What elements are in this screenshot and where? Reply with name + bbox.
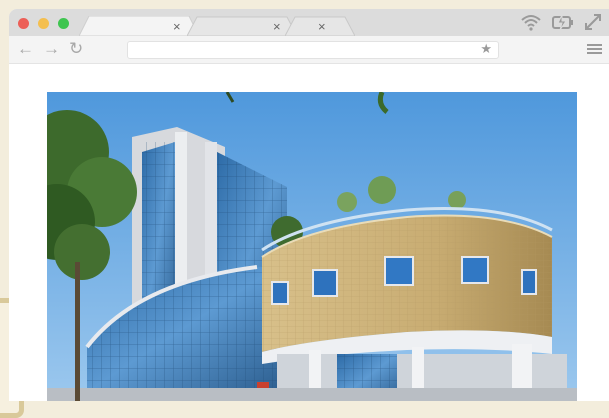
close-window-button[interactable] <box>18 18 29 29</box>
zoom-window-button[interactable] <box>58 18 69 29</box>
hamburger-menu-icon[interactable] <box>587 44 602 55</box>
star-icon[interactable]: ★ <box>480 41 492 57</box>
navigation-bar: ← → ↻ ★ <box>9 36 609 64</box>
browser-window: × × × ← → ↻ ★ <box>9 9 609 401</box>
tab-bar: × × × <box>9 9 609 36</box>
back-icon[interactable]: ← <box>17 40 34 58</box>
wifi-icon <box>521 15 541 31</box>
tab-3[interactable]: × <box>285 16 355 36</box>
tab-close-icon[interactable]: × <box>318 16 326 37</box>
reload-icon[interactable]: ↻ <box>69 40 83 58</box>
tab-shape <box>79 16 199 36</box>
building-photo <box>47 92 577 401</box>
forward-icon[interactable]: → <box>43 40 60 58</box>
tab-close-icon[interactable]: × <box>273 16 281 37</box>
battery-charging-icon <box>552 14 573 31</box>
tab-2[interactable]: × <box>187 16 297 36</box>
page-content <box>9 64 609 401</box>
tab-close-icon[interactable]: × <box>173 16 181 37</box>
address-bar[interactable]: ★ <box>127 41 499 59</box>
tab-1[interactable]: × <box>79 16 199 36</box>
minimize-window-button[interactable] <box>38 18 49 29</box>
resize-icon[interactable] <box>582 12 604 32</box>
building-illustration <box>47 92 577 401</box>
